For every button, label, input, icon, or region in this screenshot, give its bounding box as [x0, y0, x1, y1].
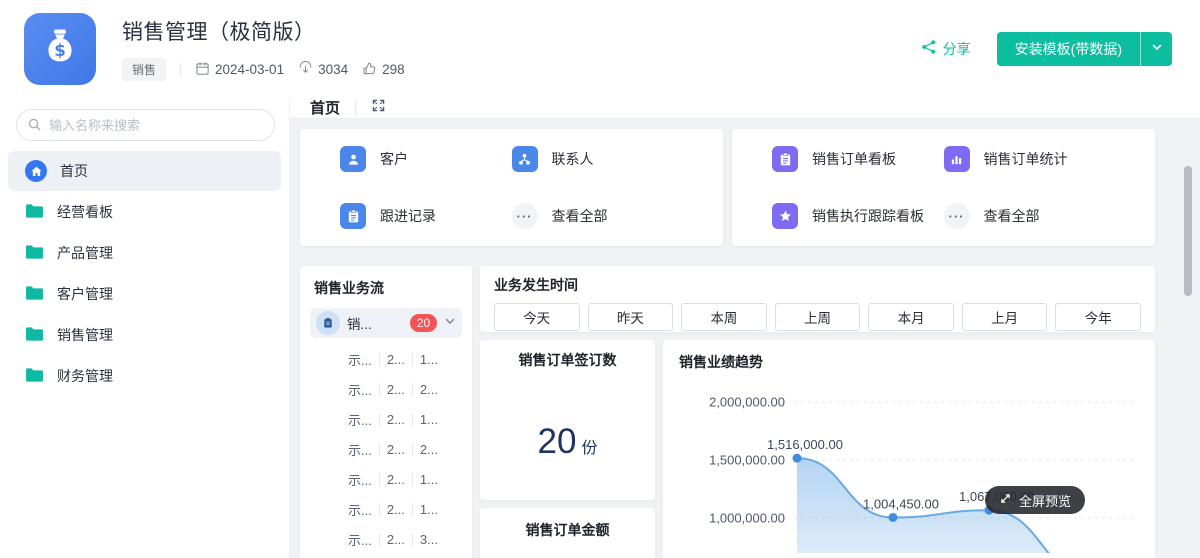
svg-text:1,000,000.00: 1,000,000.00 — [709, 511, 785, 526]
order-count-card: 销售订单签订数 20 份 — [480, 340, 655, 500]
flow-row[interactable]: 示... 2... 2... — [310, 434, 462, 464]
folder-icon — [25, 244, 44, 263]
shortcut-contacts[interactable]: 联系人 — [511, 146, 684, 172]
panel-title: 销售业务流 — [314, 280, 384, 296]
clipboard-icon — [772, 146, 798, 172]
folder-icon — [25, 285, 44, 304]
flow-row[interactable]: 示... 2... 2... — [310, 374, 462, 404]
calendar-icon — [195, 61, 210, 79]
folder-icon — [25, 203, 44, 222]
money-bag-icon: $ — [39, 25, 81, 72]
sidebar: 首页 经营看板 产品管理 — [0, 97, 290, 558]
shortcut-view-all-sales[interactable]: ··· 查看全部 — [943, 203, 1116, 229]
ellipsis-icon: ··· — [511, 203, 538, 229]
time-filter-this-year[interactable]: 今年 — [1055, 303, 1142, 331]
svg-text:1,004,450.00: 1,004,450.00 — [863, 496, 939, 511]
shortcut-sales-order-stats[interactable]: 销售订单统计 — [943, 146, 1116, 172]
shortcut-view-all-crm[interactable]: ··· 查看全部 — [511, 203, 684, 229]
flow-row[interactable]: 示... 2... 1... — [310, 464, 462, 494]
order-count-unit: 份 — [581, 440, 598, 457]
flow-group-label: 销... — [347, 317, 372, 332]
panel-title: 业务发生时间 — [494, 277, 578, 293]
folder-icon — [25, 326, 44, 345]
install-dropdown-button[interactable] — [1140, 31, 1172, 66]
flow-row[interactable]: 示... 2... 1... — [310, 494, 462, 524]
home-icon — [25, 160, 47, 182]
order-clipboard-icon — [316, 311, 340, 335]
fullscreen-expand-icon[interactable] — [371, 98, 386, 118]
sales-trend-area-chart: 2,000,000.00 1,500,000.00 1,000,000.00 1,51… — [709, 395, 1134, 553]
bar-chart-icon — [943, 146, 970, 172]
divider — [355, 99, 357, 116]
sidebar-item-sales-management[interactable]: 销售管理 — [8, 315, 281, 355]
shortcut-followup-records[interactable]: 跟进记录 — [340, 203, 512, 229]
time-filter-this-month[interactable]: 本月 — [868, 303, 954, 331]
app-logo: $ — [24, 12, 96, 85]
shortcut-customer[interactable]: 客户 — [340, 146, 512, 172]
publish-date: 2024-03-01 — [195, 61, 284, 79]
svg-text:$: $ — [54, 41, 66, 60]
thumbs-up-icon — [362, 61, 377, 79]
category-tag: 销售 — [122, 58, 167, 81]
time-filter-today[interactable]: 今天 — [494, 303, 580, 331]
share-button[interactable]: 分享 — [921, 39, 971, 59]
svg-text:1,500,000.00: 1,500,000.00 — [709, 453, 785, 468]
star-icon — [772, 203, 798, 229]
order-count-value: 20 — [537, 422, 577, 461]
shortcut-sales-tracking-board[interactable]: 销售执行跟踪看板 — [772, 203, 944, 229]
time-filter-last-month[interactable]: 上月 — [961, 303, 1048, 331]
ellipsis-icon: ··· — [943, 203, 970, 229]
svg-text:1,516,000.00: 1,516,000.00 — [767, 437, 843, 452]
tab-bar: 首页 — [290, 97, 1200, 119]
flow-row[interactable]: 示... 2... 1... — [310, 344, 462, 374]
install-template-button[interactable]: 安装模板(带数据) — [996, 31, 1140, 66]
svg-text:2,000,000.00: 2,000,000.00 — [709, 395, 785, 410]
flow-row[interactable]: 示... 2... 1... — [310, 404, 462, 434]
time-filter-yesterday[interactable]: 昨天 — [587, 303, 674, 331]
like-count: 298 — [362, 61, 405, 79]
crm-shortcuts-card: 客户 联系人 跟进记录 ··· 查看全部 — [300, 129, 723, 246]
order-amount-card: 销售订单金额 — [480, 508, 655, 558]
share-icon — [921, 39, 937, 58]
fullscreen-preview-button[interactable]: 全屏预览 — [985, 486, 1086, 514]
contacts-icon — [511, 146, 538, 172]
time-filter-panel: 业务发生时间 今天 昨天 本周 上周 本月 上月 今年 — [480, 266, 1155, 332]
sales-shortcuts-card: 销售订单看板 销售订单统计 销售执行跟踪看板 ··· 查看全部 — [732, 129, 1155, 246]
panel-title: 销售订单签订数 — [518, 352, 617, 368]
search-icon — [27, 117, 42, 137]
page-title: 销售管理（极简版） — [122, 21, 316, 44]
sales-business-flow-panel: 销售业务流 销... 20 示... 2... 1... 示... 2... 2… — [300, 266, 472, 558]
flow-row[interactable]: 示... 2... 3... — [310, 524, 462, 554]
vertical-scrollbar-thumb[interactable] — [1184, 166, 1192, 296]
time-filter-this-week[interactable]: 本周 — [681, 303, 767, 331]
panel-title: 销售订单金额 — [525, 522, 610, 538]
time-filter-last-week[interactable]: 上周 — [774, 303, 861, 331]
divider — [180, 62, 182, 77]
sidebar-item-finance-management[interactable]: 财务管理 — [8, 356, 281, 396]
page: $ 销售管理（极简版） 销售 2024-03-01 3034 298 分享 安装… — [0, 0, 1200, 558]
sidebar-item-business-board[interactable]: 经营看板 — [8, 192, 281, 232]
app-header: $ 销售管理（极简版） 销售 2024-03-01 3034 298 分享 安装… — [0, 0, 1200, 97]
chevron-down-icon[interactable] — [444, 314, 456, 332]
expand-arrows-icon — [999, 492, 1012, 508]
tab-home[interactable]: 首页 — [310, 97, 340, 118]
search-input[interactable] — [16, 109, 275, 141]
sidebar-item-customer-management[interactable]: 客户管理 — [8, 274, 281, 314]
count-badge: 20 — [410, 314, 437, 332]
person-icon — [340, 146, 366, 172]
flow-group-header[interactable]: 销... 20 — [310, 308, 462, 338]
chart-title: 销售业绩趋势 — [679, 354, 763, 370]
sidebar-item-home[interactable]: 首页 — [8, 151, 281, 191]
chevron-down-icon — [1151, 40, 1163, 58]
download-count: 3034 — [298, 60, 348, 79]
sidebar-item-product-management[interactable]: 产品管理 — [8, 233, 281, 273]
sales-trend-chart-card: 销售业绩趋势 2,000,000.00 1,500,000.00 1,000,000… — [663, 340, 1155, 558]
download-icon — [298, 60, 313, 79]
clipboard-icon — [340, 203, 366, 229]
shortcut-sales-order-board[interactable]: 销售订单看板 — [772, 146, 944, 172]
folder-icon — [25, 367, 44, 386]
